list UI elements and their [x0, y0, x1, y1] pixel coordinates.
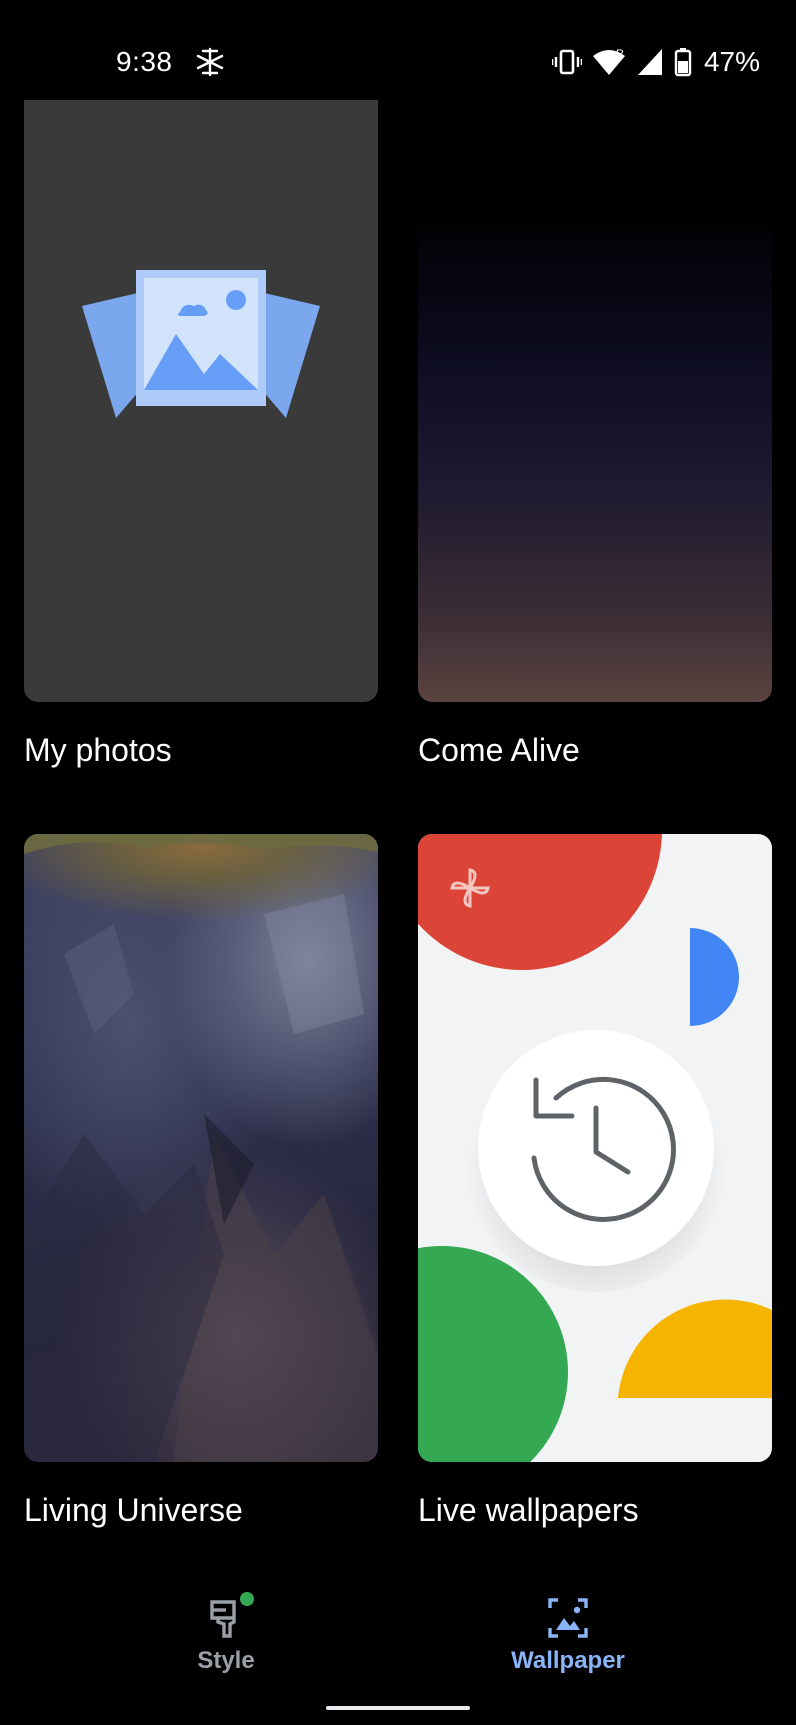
notification-badge [240, 1592, 254, 1606]
tile-label-living-universe: Living Universe [24, 1492, 243, 1528]
roaming-indicator: R [616, 48, 624, 60]
photos-icon [82, 270, 320, 418]
status-bar: 9:38 R 47% [0, 0, 796, 96]
status-time: 9:38 [116, 46, 173, 77]
battery-icon [674, 48, 692, 77]
history-icon [531, 1077, 676, 1222]
cliff-image [24, 834, 378, 1462]
status-icons: R 47% [551, 44, 760, 80]
tile-my-photos[interactable] [24, 100, 378, 702]
tile-label-come-alive: Come Alive [418, 732, 580, 768]
vibrate-icon [551, 49, 582, 75]
nav-label-wallpaper: Wallpaper [511, 1647, 625, 1674]
wallpaper-icon [548, 1598, 588, 1638]
tile-living-universe[interactable] [24, 834, 378, 1462]
signal-icon [637, 49, 662, 75]
nav-item-style[interactable]: Style [126, 1592, 326, 1676]
pinwheel-icon [450, 868, 490, 908]
nav-item-wallpaper[interactable]: Wallpaper [468, 1596, 668, 1676]
nav-label-style: Style [197, 1647, 255, 1674]
tile-live-wallpapers[interactable] [418, 834, 772, 1462]
tile-come-alive[interactable] [418, 100, 772, 702]
sparkle-icon [196, 47, 224, 77]
wifi-icon: R [592, 48, 625, 75]
bottom-nav: Style Wallpaper [0, 1580, 796, 1725]
tile-label-live-wallpapers: Live wallpapers [418, 1492, 639, 1528]
home-indicator[interactable] [326, 1706, 470, 1710]
tile-label-my-photos: My photos [24, 732, 172, 768]
battery-percent: 47% [703, 46, 760, 77]
